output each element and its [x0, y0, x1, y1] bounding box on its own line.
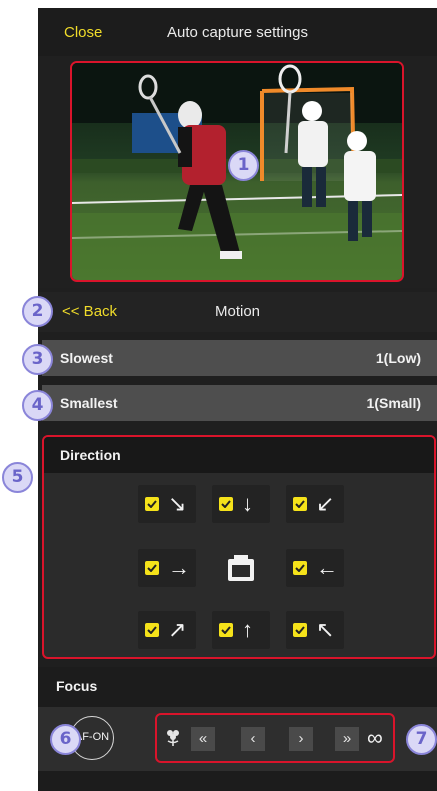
focus-far-step-button[interactable]: ›: [289, 727, 313, 751]
direction-toggle-down[interactable]: ↓: [212, 485, 270, 523]
motion-title: Motion: [214, 303, 261, 320]
speed-setting-row[interactable]: Slowest 1(Low): [42, 340, 437, 376]
direction-toggle-down-left[interactable]: ↙: [286, 485, 344, 523]
direction-panel: Direction ↘ ↓ ↙ → ← ↗ ↑ ↖: [42, 435, 436, 659]
size-setting-row[interactable]: Smallest 1(Small): [42, 385, 437, 421]
checkbox-checked-icon: [293, 497, 307, 511]
direction-toggle-up-right[interactable]: ↗: [138, 611, 196, 649]
focus-far-fast-button[interactable]: »: [335, 727, 359, 751]
arrow-down-icon: ↓: [242, 491, 253, 516]
checkbox-checked-icon: [293, 561, 307, 575]
macro-flower-icon: [167, 730, 179, 746]
callout-7: 7: [406, 724, 437, 755]
checkbox-checked-icon: [145, 561, 159, 575]
callout-3: 3: [22, 344, 53, 375]
checkbox-checked-icon: [145, 623, 159, 637]
arrow-right-icon: →: [168, 555, 190, 580]
infinity-icon: ∞: [367, 725, 383, 750]
callout-6: 6: [50, 724, 81, 755]
speed-label: Slowest: [60, 350, 113, 366]
arrow-up-left-icon: ↖: [316, 617, 335, 642]
direction-toggle-right[interactable]: →: [138, 549, 196, 587]
focus-controls-row: AF-ON « ‹ › » ∞: [38, 707, 437, 771]
size-value: 1(Small): [366, 395, 421, 411]
arrow-down-right-icon: ↘: [168, 491, 187, 516]
bottom-strip: [38, 771, 437, 791]
focus-header: Focus: [38, 667, 437, 707]
direction-heading: Direction: [60, 447, 121, 463]
callout-4: 4: [22, 390, 53, 421]
motion-nav-bar: << Back Motion: [38, 292, 437, 332]
callout-5: 5: [2, 462, 33, 493]
auto-capture-screen: Close Auto capture settings << Back Moti…: [38, 8, 437, 791]
checkbox-checked-icon: [293, 623, 307, 637]
callout-1: 1: [228, 150, 259, 181]
checkbox-checked-icon: [145, 497, 159, 511]
direction-header: Direction: [44, 437, 434, 473]
speed-value: 1(Low): [375, 350, 421, 366]
callout-2: 2: [22, 296, 53, 327]
focus-near-fast-button[interactable]: «: [191, 727, 215, 751]
direction-toggle-left[interactable]: ←: [286, 549, 344, 587]
checkbox-checked-icon: [219, 623, 233, 637]
direction-toggle-down-right[interactable]: ↘: [138, 485, 196, 523]
focus-drive-controls: « ‹ › » ∞: [155, 713, 395, 763]
page-title: Auto capture settings: [167, 24, 308, 41]
size-label: Smallest: [60, 395, 118, 411]
arrow-down-left-icon: ↙: [316, 491, 335, 516]
direction-toggle-up-left[interactable]: ↖: [286, 611, 344, 649]
focus-near-step-button[interactable]: ‹: [241, 727, 265, 751]
arrow-up-icon: ↑: [242, 617, 253, 642]
arrow-up-right-icon: ↗: [168, 617, 187, 642]
direction-toggle-up[interactable]: ↑: [212, 611, 270, 649]
focus-heading: Focus: [56, 678, 98, 694]
checkbox-checked-icon: [219, 497, 233, 511]
arrow-left-icon: ←: [316, 555, 338, 580]
header-bar: Close Auto capture settings: [38, 8, 437, 56]
camera-icon: [212, 549, 270, 587]
